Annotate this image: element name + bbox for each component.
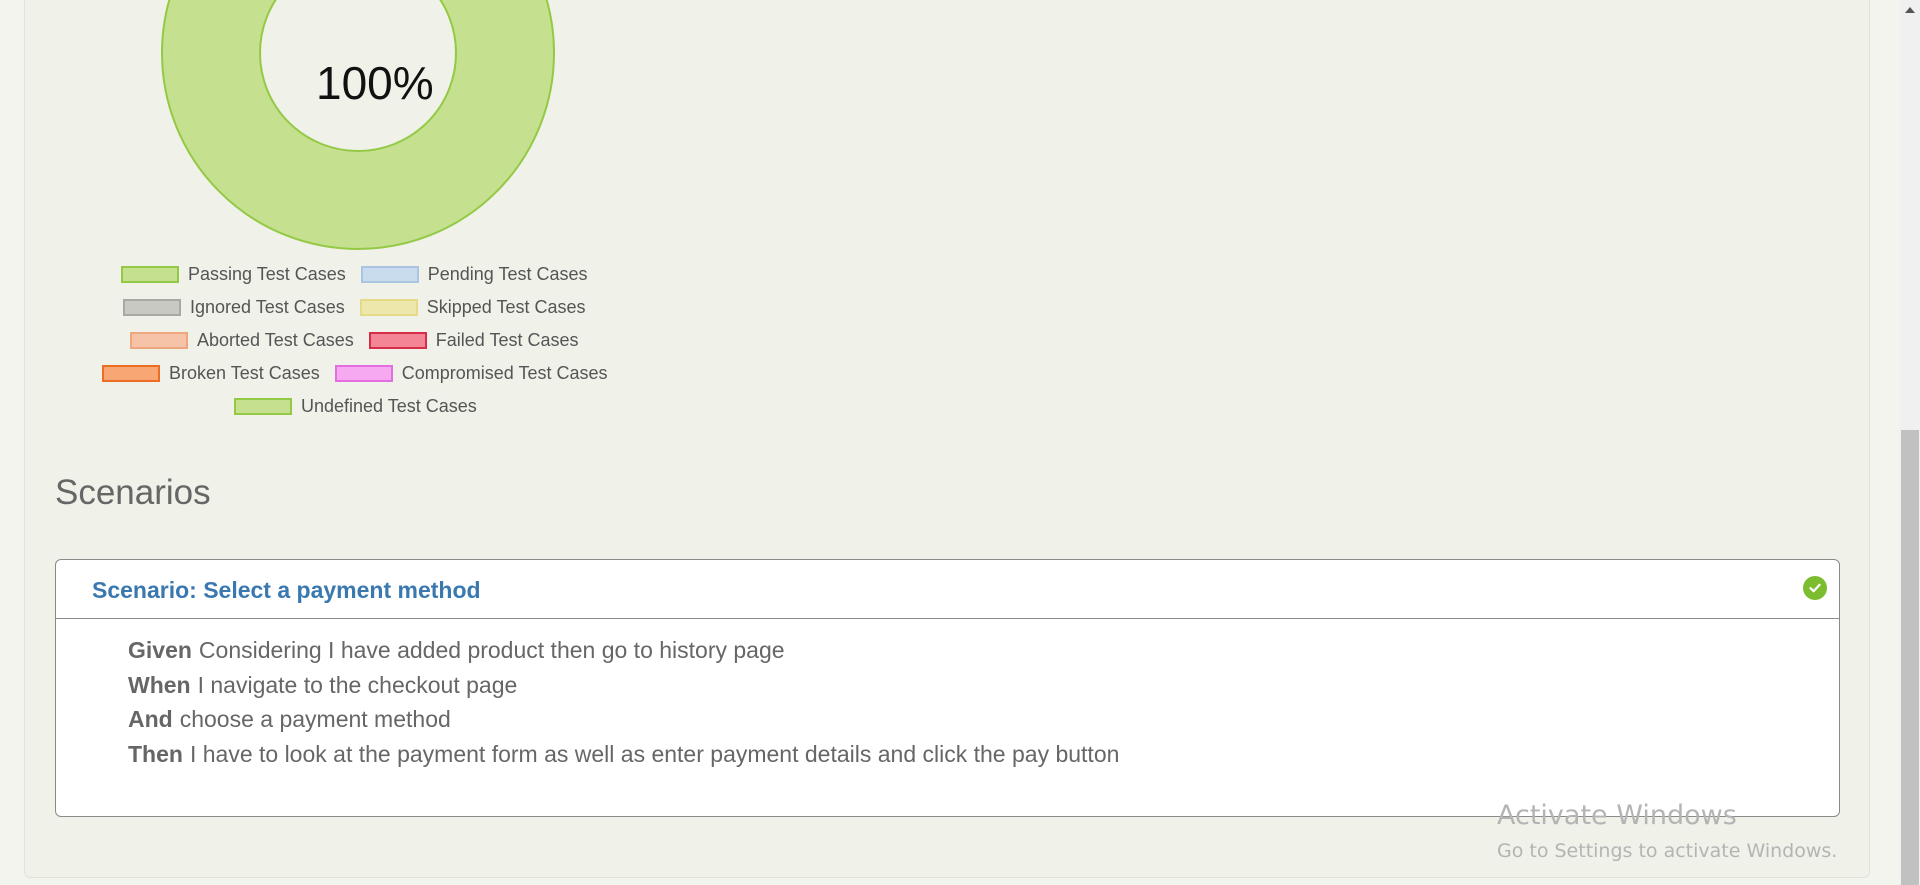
step-text: I navigate to the checkout page <box>197 671 518 698</box>
legend-swatch-compromised <box>334 365 393 382</box>
legend-swatch-ignored <box>123 299 181 316</box>
step-and: And choose a payment method <box>128 702 1119 737</box>
step-text: Considering I have added product then go… <box>198 637 785 663</box>
legend-swatch-failed <box>368 332 427 349</box>
legend-swatch-aborted <box>130 332 188 349</box>
legend-item-undefined: Undefined Test Cases <box>234 396 477 417</box>
step-keyword: When <box>128 671 191 698</box>
step-text: choose a payment method <box>179 706 451 732</box>
result-donut-chart <box>160 0 556 251</box>
legend-label-ignored: Ignored Test Cases <box>190 297 345 317</box>
legend-label-aborted: Aborted Test Cases <box>197 330 354 350</box>
legend-row-4: Broken Test Cases Compromised Test Cases <box>102 363 608 384</box>
legend-label-pending: Pending Test Cases <box>427 264 588 284</box>
legend-row-2: Ignored Test Cases Skipped Test Cases <box>123 297 586 318</box>
scenario-title[interactable]: Scenario: Select a payment method <box>92 577 481 604</box>
legend-row-5: Undefined Test Cases <box>234 396 477 417</box>
scenarios-heading: Scenarios <box>55 473 211 512</box>
legend-label-failed: Failed Test Cases <box>435 330 579 350</box>
legend-swatch-broken <box>102 365 160 382</box>
legend-swatch-skipped <box>359 299 418 316</box>
scenario-steps: Given Considering I have added product th… <box>128 633 1119 771</box>
legend-item-skipped: Skipped Test Cases <box>359 297 586 318</box>
donut-percentage-label: 100% <box>316 57 434 109</box>
legend-label-passing: Passing Test Cases <box>188 264 346 284</box>
legend-row-3: Aborted Test Cases Failed Test Cases <box>130 330 579 351</box>
legend-item-passing: Passing Test Cases <box>121 264 346 285</box>
legend-swatch-pending <box>360 266 419 283</box>
legend-item-failed: Failed Test Cases <box>368 330 579 351</box>
step-given: Given Considering I have added product th… <box>128 633 1119 668</box>
legend-swatch-passing <box>121 266 179 283</box>
legend-label-compromised: Compromised Test Cases <box>401 363 608 383</box>
legend-item-pending: Pending Test Cases <box>360 264 588 285</box>
vertical-scrollbar[interactable] <box>1900 0 1920 885</box>
activate-windows-title: Activate Windows <box>1497 800 1737 831</box>
legend-item-aborted: Aborted Test Cases <box>130 330 354 351</box>
step-text: I have to look at the payment form as we… <box>189 740 1120 767</box>
step-keyword: Then <box>128 740 183 767</box>
legend-label-broken: Broken Test Cases <box>169 363 320 383</box>
legend-label-undefined: Undefined Test Cases <box>301 396 477 416</box>
check-circle-icon <box>1803 576 1827 600</box>
scroll-up-arrow-icon[interactable] <box>1905 7 1915 13</box>
step-when: When I navigate to the checkout page <box>128 668 1119 703</box>
scenario-card: Scenario: Select a payment method Given C… <box>55 559 1840 817</box>
legend-label-skipped: Skipped Test Cases <box>426 297 586 317</box>
step-then: Then I have to look at the payment form a… <box>128 737 1119 772</box>
activate-windows-subtitle: Go to Settings to activate Windows. <box>1497 840 1838 862</box>
step-keyword: Given <box>128 637 192 663</box>
scrollbar-thumb[interactable] <box>1901 430 1919 885</box>
step-keyword: And <box>128 706 173 732</box>
legend-item-ignored: Ignored Test Cases <box>123 297 345 318</box>
legend-item-broken: Broken Test Cases <box>102 363 320 384</box>
legend-item-compromised: Compromised Test Cases <box>334 363 608 384</box>
scenario-header[interactable]: Scenario: Select a payment method <box>56 560 1839 619</box>
legend-row-1: Passing Test Cases Pending Test Cases <box>121 264 588 285</box>
legend-swatch-undefined <box>234 398 292 415</box>
